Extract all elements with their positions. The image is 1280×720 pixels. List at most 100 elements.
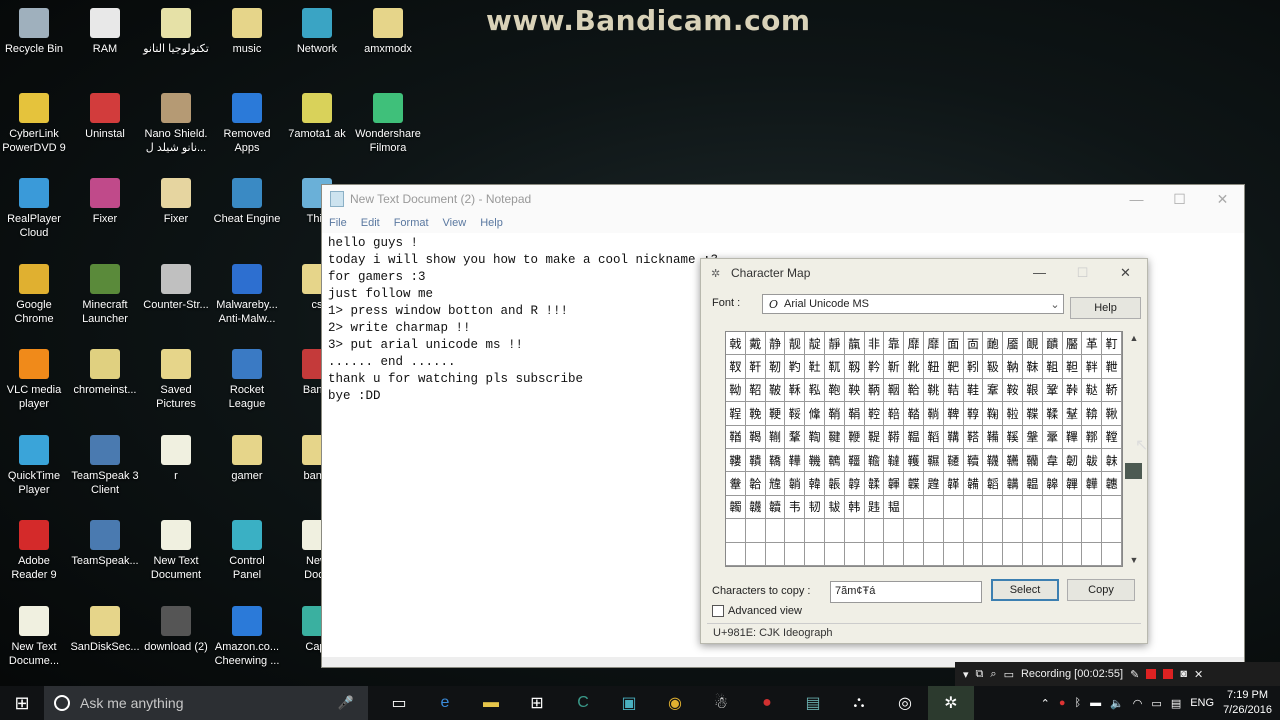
advanced-view-checkbox[interactable] bbox=[712, 605, 724, 617]
character-cell[interactable] bbox=[983, 519, 1004, 543]
character-cell[interactable]: 韌 bbox=[1062, 448, 1083, 473]
character-cell[interactable] bbox=[943, 519, 964, 543]
desktop-icon[interactable]: New Text Docume... bbox=[0, 606, 73, 668]
character-cell[interactable]: 鞓 bbox=[726, 402, 746, 426]
character-cell[interactable]: 韅 bbox=[923, 448, 944, 473]
character-cell[interactable] bbox=[923, 495, 944, 520]
character-cell[interactable]: 靴 bbox=[904, 355, 924, 379]
character-cell[interactable]: 鞿 bbox=[805, 448, 825, 473]
desktop-icon[interactable]: music bbox=[208, 8, 286, 56]
character-cell[interactable]: 靛 bbox=[805, 332, 825, 356]
volume-icon[interactable]: 🔈 bbox=[1110, 697, 1124, 710]
character-cell[interactable]: 鞨 bbox=[745, 425, 766, 449]
desktop-icon[interactable]: Rocket League bbox=[208, 349, 286, 411]
character-cell[interactable]: 鞕 bbox=[765, 402, 786, 426]
character-cell[interactable]: 鞦 bbox=[1102, 402, 1122, 426]
character-cell[interactable]: 韃 bbox=[884, 448, 905, 473]
character-cell[interactable]: 韛 bbox=[963, 472, 984, 496]
store-icon[interactable]: ⊞ bbox=[514, 686, 560, 720]
desktop-icon[interactable]: Google Chrome bbox=[0, 264, 73, 326]
cortana-search[interactable]: Ask me anything 🎤 bbox=[44, 686, 368, 720]
character-cell[interactable] bbox=[844, 519, 865, 543]
character-cell[interactable]: 鞟 bbox=[963, 402, 984, 426]
character-cell[interactable]: 鞉 bbox=[923, 378, 944, 403]
chevron-down-icon[interactable]: ⌄ bbox=[1047, 298, 1063, 311]
character-cell[interactable]: 鞽 bbox=[765, 448, 786, 473]
character-cell[interactable] bbox=[745, 542, 766, 566]
desktop-icon[interactable]: Fixer bbox=[137, 178, 215, 226]
minimize-icon[interactable]: — bbox=[1115, 191, 1158, 208]
language-indicator[interactable]: ENG bbox=[1190, 697, 1214, 709]
desktop-icon[interactable]: Fixer bbox=[66, 178, 144, 226]
character-cell[interactable] bbox=[824, 542, 845, 566]
character-cell[interactable]: 鞴 bbox=[983, 425, 1004, 449]
character-cell[interactable]: 鞪 bbox=[785, 425, 806, 449]
character-cell[interactable]: 韘 bbox=[904, 472, 924, 496]
character-cell[interactable]: 鞸 bbox=[1062, 425, 1083, 449]
character-cell[interactable] bbox=[1102, 542, 1122, 566]
character-cell[interactable]: 鞂 bbox=[785, 378, 806, 403]
character-cell[interactable]: 韖 bbox=[864, 472, 885, 496]
character-cell[interactable]: 戴 bbox=[745, 332, 766, 356]
character-cell[interactable]: 靤 bbox=[983, 332, 1004, 356]
desktop-icon[interactable]: Control Panel bbox=[208, 520, 286, 582]
window-icon[interactable]: ⧉ bbox=[976, 668, 984, 681]
character-cell[interactable]: 鞩 bbox=[765, 425, 786, 449]
start-button[interactable]: ⊞ bbox=[0, 686, 44, 720]
character-cell[interactable]: 鞛 bbox=[884, 402, 905, 426]
character-cell[interactable]: 鞅 bbox=[844, 378, 865, 403]
character-cell[interactable] bbox=[1042, 542, 1063, 566]
character-cell[interactable]: 鞣 bbox=[1042, 402, 1063, 426]
character-cell[interactable] bbox=[904, 542, 924, 566]
character-cell[interactable] bbox=[904, 495, 924, 520]
character-cell[interactable] bbox=[923, 542, 944, 566]
character-cell[interactable]: 鞐 bbox=[1062, 378, 1083, 403]
character-cell[interactable]: 鞋 bbox=[963, 378, 984, 403]
character-cell[interactable]: 靻 bbox=[1042, 355, 1063, 379]
character-cell[interactable]: 韪 bbox=[864, 495, 885, 520]
character-cell[interactable]: 韇 bbox=[963, 448, 984, 473]
notepad-taskbar-icon[interactable]: ▤ bbox=[790, 686, 836, 720]
desktop-icon[interactable]: Cheat Engine bbox=[208, 178, 286, 226]
character-cell[interactable]: 靧 bbox=[1042, 332, 1063, 356]
character-cell[interactable] bbox=[1082, 542, 1103, 566]
character-cell[interactable]: 鞮 bbox=[864, 425, 885, 449]
character-cell[interactable]: 靭 bbox=[765, 355, 786, 379]
character-cell[interactable] bbox=[963, 542, 984, 566]
character-cell[interactable]: 鞼 bbox=[745, 448, 766, 473]
charmap-taskbar-icon[interactable]: ✲ bbox=[928, 686, 974, 720]
character-cell[interactable]: 靓 bbox=[785, 332, 806, 356]
character-cell[interactable]: 靺 bbox=[1022, 355, 1043, 379]
menu-file[interactable]: File bbox=[329, 217, 347, 229]
clock[interactable]: 7:19 PM 7/26/2016 bbox=[1223, 688, 1272, 718]
character-cell[interactable]: 韜 bbox=[983, 472, 1004, 496]
character-cell[interactable]: 鞶 bbox=[1022, 425, 1043, 449]
character-cell[interactable] bbox=[904, 519, 924, 543]
character-cell[interactable] bbox=[726, 542, 746, 566]
stop-icon[interactable] bbox=[1163, 669, 1174, 679]
character-cell[interactable]: 靿 bbox=[726, 378, 746, 403]
edge-icon[interactable]: e bbox=[422, 686, 468, 720]
character-cell[interactable]: 韀 bbox=[824, 448, 845, 473]
chrome-icon[interactable]: ◉ bbox=[652, 686, 698, 720]
character-cell[interactable] bbox=[1042, 519, 1063, 543]
character-cell[interactable]: 鞀 bbox=[745, 378, 766, 403]
desktop-icon[interactable]: TeamSpeak... bbox=[66, 520, 144, 568]
character-cell[interactable]: 韐 bbox=[745, 472, 766, 496]
character-cell[interactable] bbox=[983, 542, 1004, 566]
character-cell[interactable]: 鞑 bbox=[1082, 378, 1103, 403]
character-cell[interactable]: 靬 bbox=[745, 355, 766, 379]
dropdown-icon[interactable]: ▾ bbox=[963, 668, 969, 681]
character-cell[interactable]: 鞳 bbox=[963, 425, 984, 449]
character-cell[interactable] bbox=[1042, 495, 1063, 520]
character-cell[interactable] bbox=[943, 495, 964, 520]
desktop-icon[interactable]: New Text Document bbox=[137, 520, 215, 582]
character-cell[interactable]: 鞠 bbox=[983, 402, 1004, 426]
character-cell[interactable]: 韉 bbox=[1003, 448, 1023, 473]
character-cell[interactable]: 鞥 bbox=[1082, 402, 1103, 426]
notepad-titlebar[interactable]: New Text Document (2) - Notepad — ☐ ✕ bbox=[322, 185, 1244, 213]
desktop-icon[interactable]: 7amota1 ak bbox=[278, 93, 356, 141]
character-cell[interactable]: 鞤 bbox=[1062, 402, 1083, 426]
character-cell[interactable]: 韥 bbox=[765, 495, 786, 520]
character-cell[interactable]: 鞹 bbox=[1082, 425, 1103, 449]
